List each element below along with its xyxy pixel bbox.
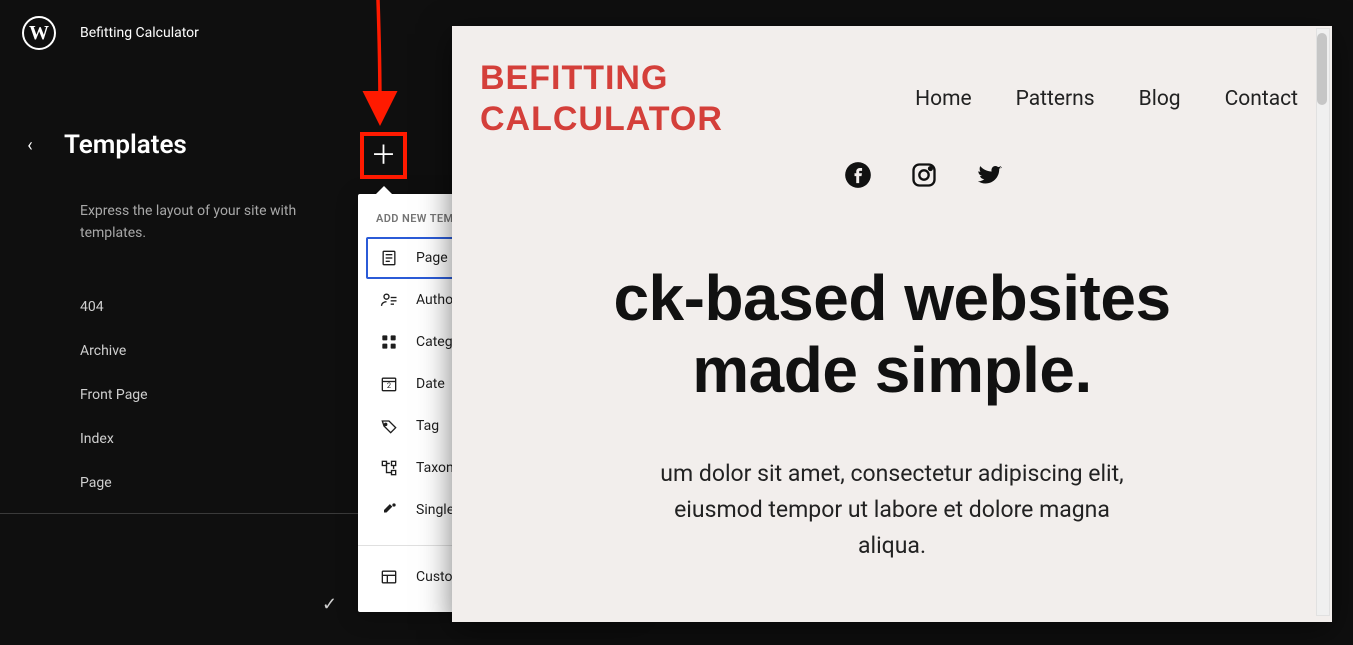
panel-title: Templates bbox=[64, 130, 187, 160]
author-icon bbox=[378, 289, 400, 311]
svg-text:2: 2 bbox=[387, 381, 391, 390]
instagram-icon[interactable] bbox=[910, 161, 938, 193]
page-icon bbox=[378, 247, 400, 269]
nav-home[interactable]: Home bbox=[915, 87, 972, 111]
template-item-index[interactable]: Index bbox=[80, 417, 360, 461]
nav-blog[interactable]: Blog bbox=[1139, 87, 1181, 111]
hero-text: um dolor sit amet, consectetur adipiscin… bbox=[452, 456, 1332, 563]
site-title-line: CALCULATOR bbox=[480, 100, 723, 138]
option-label: Date bbox=[416, 376, 445, 392]
option-label: Tag bbox=[416, 418, 439, 434]
template-item-archive[interactable]: Archive bbox=[80, 329, 360, 373]
template-item-front-page[interactable]: Front Page bbox=[80, 373, 360, 417]
tag-icon bbox=[378, 415, 400, 437]
template-item-page[interactable]: Page bbox=[80, 461, 360, 505]
post-icon bbox=[378, 499, 400, 521]
divider bbox=[0, 513, 370, 514]
nav-patterns[interactable]: Patterns bbox=[1016, 87, 1095, 111]
plus-icon: ＋ bbox=[370, 143, 396, 169]
nav-contact[interactable]: Contact bbox=[1225, 87, 1298, 111]
wordpress-logo[interactable]: W bbox=[22, 16, 56, 50]
scrollbar-thumb[interactable] bbox=[1317, 33, 1327, 105]
twitter-icon[interactable] bbox=[976, 161, 1004, 193]
site-nav: Home Patterns Blog Contact bbox=[915, 87, 1298, 111]
custom-template-icon bbox=[378, 566, 400, 588]
preview-scrollbar[interactable] bbox=[1316, 28, 1330, 616]
facebook-icon[interactable] bbox=[844, 161, 872, 193]
check-icon: ✓ bbox=[322, 594, 337, 615]
category-icon bbox=[378, 331, 400, 353]
site-name: Befitting Calculator bbox=[80, 25, 199, 41]
back-chevron-icon[interactable]: ‹ bbox=[20, 135, 40, 156]
date-icon: 2 bbox=[378, 373, 400, 395]
site-preview: BEFITTING CALCULATOR Home Patterns Blog … bbox=[452, 26, 1332, 622]
template-item-404[interactable]: 404 bbox=[80, 285, 360, 329]
annotation-arrow bbox=[352, 0, 412, 130]
site-title[interactable]: BEFITTING CALCULATOR bbox=[480, 58, 723, 141]
taxonomy-icon bbox=[378, 457, 400, 479]
option-label: Page bbox=[416, 250, 448, 266]
site-title-line: BEFITTING bbox=[480, 59, 668, 97]
panel-description: Express the layout of your site with tem… bbox=[80, 200, 340, 245]
hero-title: ck-based websites made simple. bbox=[452, 263, 1332, 406]
templates-panel: ‹ Templates Express the layout of your s… bbox=[20, 130, 360, 514]
add-template-button[interactable]: ＋ bbox=[360, 132, 407, 179]
